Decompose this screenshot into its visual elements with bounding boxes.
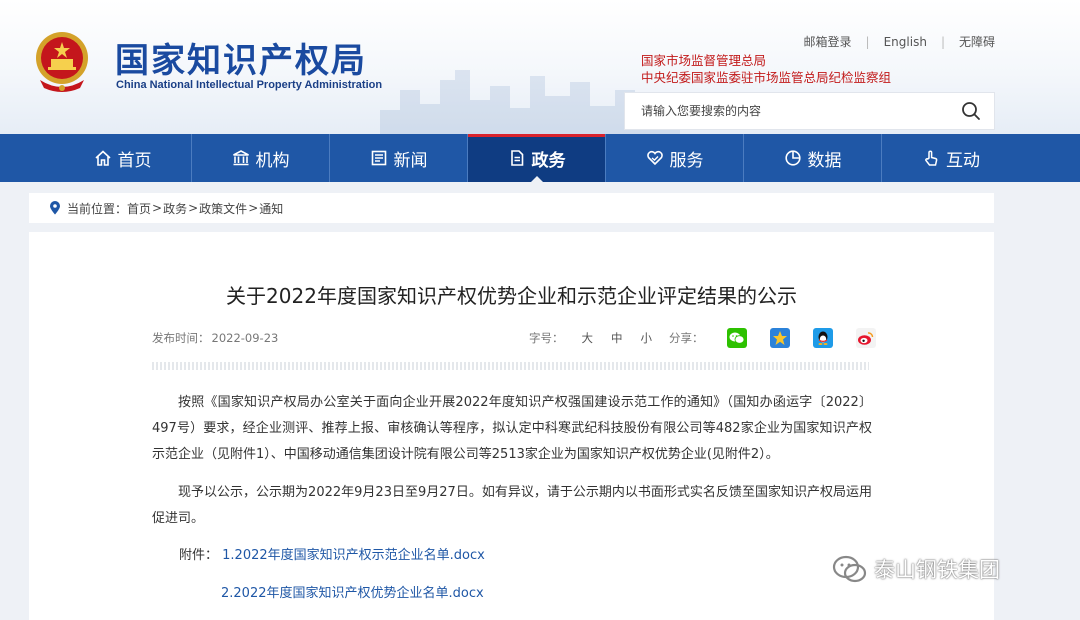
- breadcrumb-policy-documents[interactable]: 政策文件: [199, 200, 247, 217]
- weibo-icon[interactable]: [855, 328, 876, 348]
- top-links: 邮箱登录 | English | 无障碍: [804, 33, 995, 50]
- publish-date-value: 2022-09-23: [211, 331, 279, 345]
- samr-link[interactable]: 国家市场监督管理总局: [641, 52, 891, 69]
- watermark-text: 泰山钢铁集团: [874, 558, 1000, 582]
- font-size-small[interactable]: 小: [641, 330, 653, 346]
- breadcrumb-separator: >: [248, 201, 259, 215]
- main-nav: 首页 机构 新闻 政务 服务 数据 互动: [0, 134, 1080, 183]
- qq-icon[interactable]: [812, 328, 833, 348]
- search-button[interactable]: [948, 93, 994, 129]
- nav-label: 数据: [807, 150, 842, 171]
- newspaper-icon: [370, 149, 388, 167]
- wechat-watermark-icon: [832, 555, 867, 583]
- breadcrumb-separator: >: [188, 201, 199, 215]
- article-paragraph: 现予以公示，公示期为2022年9月23日至9月27日。如有异议，请于公示期内以书…: [152, 485, 872, 526]
- article-title: 关于2022年度国家知识产权优势企业和示范企业评定结果的公示: [226, 284, 797, 308]
- share-bar: 分享：: [669, 328, 876, 348]
- attachment-link-1[interactable]: 1.2022年度国家知识产权示范企业名单.docx: [222, 548, 485, 563]
- nav-item-organization[interactable]: 机构: [192, 134, 330, 182]
- location-pin-icon: [49, 201, 61, 215]
- qzone-icon[interactable]: [769, 328, 790, 348]
- publish-date: 发布时间： 2022-09-23: [152, 330, 278, 346]
- breadcrumb-notices[interactable]: 通知: [259, 200, 283, 217]
- search-icon: [962, 102, 980, 120]
- search-box: [624, 92, 995, 130]
- attachment-label: 附件：: [179, 548, 219, 563]
- nav-label: 新闻: [393, 150, 428, 171]
- wechat-icon[interactable]: [726, 328, 747, 348]
- divider: |: [865, 34, 870, 49]
- share-label: 分享：: [669, 331, 704, 345]
- nav-item-news[interactable]: 新闻: [330, 134, 468, 182]
- divider: |: [940, 34, 945, 49]
- nav-label: 机构: [255, 150, 290, 171]
- site-logo-title[interactable]: 国家知识产权局: [115, 33, 367, 82]
- article-paragraph: 按照《国家知识产权局办公室关于面向企业开展2022年度知识产权强国建设示范工作的…: [152, 395, 872, 462]
- building-icon: [232, 149, 250, 167]
- watermark: 泰山钢铁集团: [832, 554, 1000, 584]
- heart-hand-icon: [646, 149, 664, 167]
- attachment-row: 附件： 1.2022年度国家知识产权示范企业名单.docx: [179, 544, 485, 563]
- font-size-label: 字号：: [529, 331, 564, 345]
- font-size-medium[interactable]: 中: [611, 330, 623, 346]
- publish-date-label: 发布时间：: [152, 331, 210, 345]
- nav-item-government-affairs[interactable]: 政务: [468, 134, 606, 183]
- mail-login-link[interactable]: 邮箱登录: [804, 33, 852, 50]
- nav-label: 政务: [531, 150, 566, 171]
- search-input[interactable]: [625, 93, 948, 129]
- home-icon: [94, 149, 112, 167]
- accessibility-link[interactable]: 无障碍: [959, 33, 995, 50]
- document-icon: [508, 149, 526, 167]
- nav-item-data[interactable]: 数据: [744, 134, 882, 182]
- breadcrumb-separator: >: [152, 201, 163, 215]
- content-divider: [152, 362, 869, 370]
- touch-icon: [922, 149, 940, 167]
- nav-label: 服务: [669, 150, 704, 171]
- nav-label: 互动: [946, 150, 980, 171]
- nav-item-services[interactable]: 服务: [606, 134, 744, 182]
- agency-links: 国家市场监督管理总局 中央纪委国家监委驻市场监管总局纪检监察组: [641, 52, 891, 86]
- discipline-inspection-link[interactable]: 中央纪委国家监委驻市场监管总局纪检监察组: [641, 69, 891, 86]
- attachment-row: 2.2022年度国家知识产权优势企业名单.docx: [221, 582, 484, 601]
- font-size-large[interactable]: 大: [582, 330, 594, 346]
- english-link[interactable]: English: [884, 35, 927, 49]
- breadcrumb: 当前位置： 首页 > 政务 > 政策文件 > 通知: [29, 193, 994, 223]
- breadcrumb-home[interactable]: 首页: [127, 200, 151, 217]
- nav-label: 首页: [117, 150, 152, 171]
- pie-chart-icon: [784, 149, 802, 167]
- nav-item-home[interactable]: 首页: [54, 134, 192, 182]
- breadcrumb-government-affairs[interactable]: 政务: [163, 200, 187, 217]
- site-logo-subtitle: China National Intellectual Property Adm…: [116, 79, 383, 91]
- national-emblem-logo[interactable]: [32, 30, 92, 94]
- article-body: 按照《国家知识产权局办公室关于面向企业开展2022年度知识产权强国建设示范工作的…: [152, 390, 872, 544]
- nav-item-interaction[interactable]: 互动: [882, 134, 1020, 182]
- attachment-link-2[interactable]: 2.2022年度国家知识产权优势企业名单.docx: [221, 586, 484, 601]
- site-header: 国家知识产权局 China National Intellectual Prop…: [0, 0, 1080, 134]
- font-size-controls: 字号： 大 中 小: [529, 330, 652, 346]
- breadcrumb-prefix: 当前位置：: [67, 201, 128, 216]
